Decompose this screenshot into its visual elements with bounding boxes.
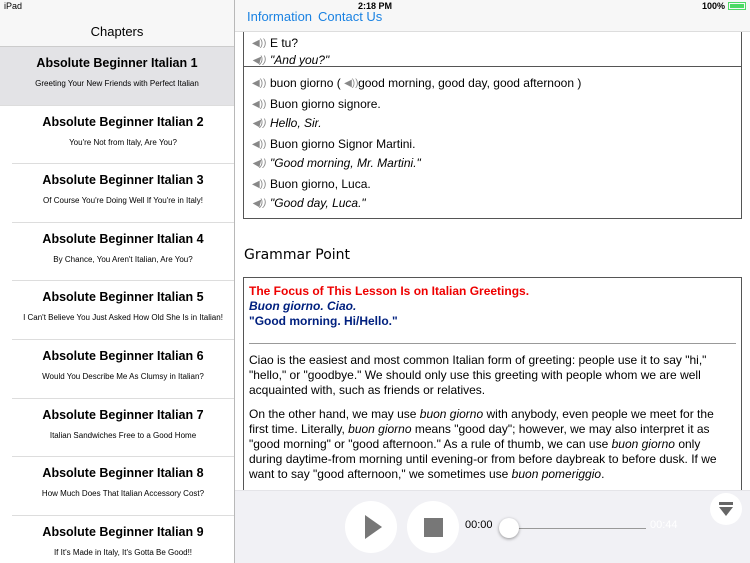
divider <box>249 343 736 344</box>
sidebar-item-chapter-9[interactable]: Absolute Beginner Italian 9 If It's Made … <box>12 516 234 563</box>
headword: buon giorno ( <box>270 76 341 90</box>
current-time: 00:00 <box>465 519 493 531</box>
vocab-row[interactable]: ◀)) "Good day, Luca." <box>244 193 741 213</box>
chapter-subtitle: You're Not from Italy, Are You? <box>69 137 177 147</box>
chapter-subtitle: Italian Sandwiches Free to a Good Home <box>49 430 197 440</box>
play-button[interactable] <box>345 501 397 553</box>
speaker-icon[interactable]: ◀)) <box>252 158 270 169</box>
chapter-subtitle: Would You Describe Me As Clumsy in Itali… <box>42 371 204 381</box>
sidebar-item-chapter-1[interactable]: Absolute Beginner Italian 1 Greeting Your… <box>0 47 234 106</box>
vocab-text: Hello, Sir. <box>270 116 322 130</box>
progress-slider[interactable] <box>508 528 646 529</box>
chapter-subtitle: How Much Does That Italian Accessory Cos… <box>41 489 205 499</box>
battery-percent: 100% <box>701 1 725 11</box>
chapter-title: Absolute Beginner Italian 7 <box>42 407 204 422</box>
grammar-paragraph-2: On the other hand, we may use buon giorn… <box>249 407 717 481</box>
speaker-icon[interactable]: ◀)) <box>252 139 270 150</box>
chapter-subtitle: By Chance, You Aren't Italian, Are You? <box>53 254 193 264</box>
vocab-box: ◀)) buon giorno ( ◀)) good morning, good d… <box>243 66 742 219</box>
chapter-title: Absolute Beginner Italian 6 <box>42 348 204 363</box>
audio-player: 00:00 00:44 <box>235 490 750 563</box>
chapter-subtitle: I Can't Believe You Just Asked How Old S… <box>23 313 223 323</box>
chapter-subtitle: Greeting Your New Friends with Perfect I… <box>35 79 199 88</box>
battery-status: 100% <box>702 1 746 11</box>
device-label: iPad <box>4 1 23 11</box>
clock: 2:18 PM <box>358 1 393 11</box>
speaker-icon[interactable]: ◀)) <box>252 99 270 110</box>
grammar-heading: Grammar Point <box>244 247 351 263</box>
speaker-icon[interactable]: ◀)) <box>252 198 270 209</box>
grammar-italian: Buon giorno. Ciao. <box>249 299 357 313</box>
speaker-icon[interactable]: ◀)) <box>252 179 270 190</box>
sidebar-item-chapter-6[interactable]: Absolute Beginner Italian 6 Would You Des… <box>12 340 234 399</box>
vocab-row[interactable]: ◀)) Buon giorno signore. <box>244 94 741 114</box>
sidebar-item-chapter-8[interactable]: Absolute Beginner Italian 8 How Much Does… <box>12 457 234 516</box>
speaker-icon[interactable]: ◀)) <box>252 38 270 49</box>
sidebar-item-chapter-2[interactable]: Absolute Beginner Italian 2 You're Not fr… <box>12 106 234 165</box>
vocab-text: "Good morning, Mr. Martini." <box>270 156 421 170</box>
chapter-title: Absolute Beginner Italian 1 <box>36 56 198 70</box>
speaker-icon[interactable]: ◀)) <box>252 78 270 89</box>
chapter-title: Absolute Beginner Italian 9 <box>42 524 204 539</box>
stop-button[interactable] <box>407 501 459 553</box>
chapter-title: Absolute Beginner Italian 2 <box>42 114 204 129</box>
sidebar-item-chapter-7[interactable]: Absolute Beginner Italian 7 Italian Sandw… <box>12 399 234 458</box>
sidebar-item-chapter-4[interactable]: Absolute Beginner Italian 4 By Chance, Yo… <box>12 223 234 282</box>
grammar-paragraph-1: Ciao is the easiest and most common Ital… <box>249 353 707 397</box>
collapse-player-button[interactable] <box>710 493 742 525</box>
chapter-title: Absolute Beginner Italian 5 <box>42 290 204 305</box>
vocab-row[interactable]: ◀)) Buon giorno Signor Martini. <box>244 134 741 154</box>
speaker-icon[interactable]: ◀)) <box>344 78 358 89</box>
grammar-english: "Good morning. Hi/Hello." <box>249 314 398 328</box>
vocab-text: E tu? <box>270 36 299 50</box>
speaker-icon[interactable]: ◀)) <box>252 118 270 129</box>
collapse-arrow <box>719 506 733 516</box>
sidebar-item-chapter-3[interactable]: Absolute Beginner Italian 3 Of Course You… <box>12 164 234 223</box>
meaning: good morning, good day, good afternoon ) <box>358 76 582 90</box>
vocab-text: "Good day, Luca." <box>270 196 366 210</box>
vocab-row[interactable]: ◀)) Hello, Sir. <box>244 113 741 133</box>
vocab-headword[interactable]: ◀)) buon giorno ( ◀)) good morning, good d… <box>244 73 741 93</box>
chapter-subtitle: If It's Made in Italy, It's Gotta Be Goo… <box>53 547 193 557</box>
chapters-sidebar: Chapters Absolute Beginner Italian 1 Gree… <box>0 0 235 563</box>
sidebar-item-chapter-5[interactable]: Absolute Beginner Italian 5 I Can't Belie… <box>12 281 234 340</box>
vocab-row[interactable]: ◀)) "Good morning, Mr. Martini." <box>244 153 741 173</box>
play-icon <box>364 515 382 539</box>
battery-icon <box>728 2 746 10</box>
status-bar: iPad 2:18 PM 100% <box>0 0 750 12</box>
vocab-text: Buon giorno, Luca. <box>270 177 371 191</box>
vocab-row[interactable]: ◀)) Buon giorno, Luca. <box>244 174 741 194</box>
vocab-text: Buon giorno Signor Martini. <box>270 137 416 151</box>
vocab-text: Buon giorno signore. <box>270 97 381 111</box>
chapter-title: Absolute Beginner Italian 4 <box>42 231 204 246</box>
duration: 00:44 <box>650 519 678 531</box>
chapter-title: Absolute Beginner Italian 8 <box>42 466 204 481</box>
chapter-title: Absolute Beginner Italian 3 <box>42 173 204 188</box>
grammar-focus: The Focus of This Lesson Is on Italian G… <box>249 284 530 298</box>
vocab-text: "And you?" <box>270 53 330 67</box>
stop-icon <box>423 517 443 537</box>
chapter-subtitle: Of Course You're Doing Well If You're in… <box>43 196 203 206</box>
slider-knob[interactable] <box>499 518 519 538</box>
speaker-icon[interactable]: ◀)) <box>252 55 270 66</box>
collapse-icon <box>719 502 733 505</box>
